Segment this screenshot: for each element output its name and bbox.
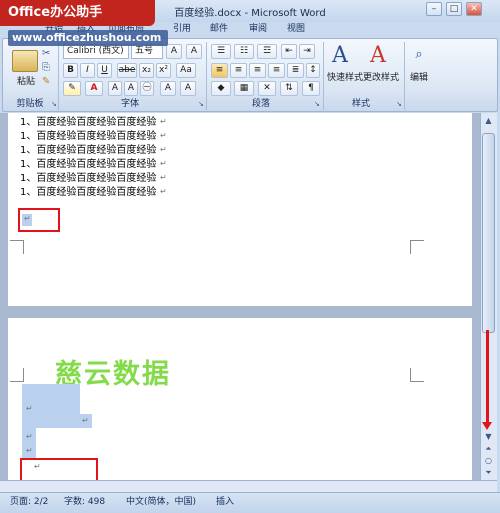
line-spacing-icon[interactable]: ↕ [306,63,320,78]
grow-font-2-icon[interactable]: A [160,81,176,96]
tab-view[interactable]: 视图 [282,22,310,37]
scroll-down-icon[interactable]: ▼ [482,432,495,442]
paragraph-mark: ↵ [160,117,167,126]
paragraph-mark: ↵ [82,416,89,425]
editing-button[interactable]: 编辑 [404,70,434,83]
group-label-clipboard: 剪贴板 [16,99,44,109]
maximize-button[interactable]: □ [446,2,462,16]
change-case-button[interactable]: Aa [176,63,196,78]
paragraph-launcher-icon[interactable]: ↘ [314,100,322,108]
group-label-styles: 样式 [351,99,370,109]
document-line[interactable]: 1、百度经验百度经验百度经验 [20,116,156,130]
tab-mailings[interactable]: 邮件 [205,22,233,37]
status-mode[interactable]: 插入 [216,492,234,513]
paragraph-mark: ↵ [26,432,33,441]
highlight-box [18,208,60,232]
paste-icon[interactable] [12,50,38,72]
font-name-select[interactable]: Calibri (西文) [63,44,129,59]
underline-button[interactable]: U [97,63,112,78]
status-language[interactable]: 中文(简体，中国) [126,492,196,513]
clear-format-button[interactable]: A [124,81,138,96]
quick-styles-button[interactable]: 快速样式 [326,70,364,83]
align-center-icon[interactable]: ≡ [230,63,247,78]
document-line[interactable]: 1、百度经验百度经验百度经验 [20,158,156,172]
group-label-paragraph: 段落 [251,99,270,109]
shading-icon[interactable]: ◆ [211,81,231,96]
horizontal-scrollbar[interactable] [0,480,497,492]
paragraph-mark: ↵ [160,173,167,182]
shrink-font-icon[interactable]: A [186,44,202,59]
scroll-thumb[interactable] [482,133,495,333]
font-size-select[interactable]: 五号 [131,44,163,59]
borders-icon[interactable]: ▦ [234,81,254,96]
status-page[interactable]: 页面: 2/2 [10,492,48,513]
document-line[interactable]: 1、百度经验百度经验百度经验 [20,172,156,186]
shrink-font-2-icon[interactable]: A [180,81,196,96]
paragraph-mark: ↵ [160,159,167,168]
font-launcher-icon[interactable]: ↘ [198,100,206,108]
annotation-arrow-head [482,422,492,430]
document-line[interactable]: 1、百度经验百度经验百度经验 [20,186,156,200]
superscript-button[interactable]: x² [156,63,171,78]
annotation-arrow [486,330,489,425]
justify-icon[interactable]: ≡ [268,63,285,78]
multilevel-list-icon[interactable]: ☲ [257,44,277,59]
strikethrough-button[interactable]: abe [117,63,137,78]
document-line[interactable]: 1、百度经验百度经验百度经验 [20,144,156,158]
paragraph-mark: ↵ [160,187,167,196]
show-marks-icon[interactable]: ¶ [302,81,320,96]
subscript-button[interactable]: x₂ [139,63,154,78]
highlight-box [20,458,98,482]
copy-icon[interactable]: ⎘ [42,62,54,74]
paste-button[interactable]: 粘贴 [14,74,38,87]
editing-icon[interactable]: ⌕ [410,46,428,64]
change-styles-button[interactable]: 更改样式 [362,70,400,83]
paragraph-mark: ↵ [160,131,167,140]
bold-button[interactable]: B [63,63,78,78]
grow-font-icon[interactable]: A [166,44,182,59]
bullets-icon[interactable]: ☰ [211,44,231,59]
group-separator [323,42,324,110]
paragraph-mark: ↵ [26,404,33,413]
page-corner-mark [410,368,424,382]
quick-styles-icon[interactable]: A [332,44,356,68]
enclose-char-icon[interactable]: ㊀ [140,81,154,96]
prev-page-icon[interactable]: ⏶ [482,444,495,454]
decrease-indent-icon[interactable]: ⇤ [281,44,297,59]
sort-icon[interactable]: ⇅ [280,81,298,96]
page-corner-mark [10,240,24,254]
italic-button[interactable]: I [80,63,95,78]
paragraph-mark: ↵ [26,446,33,455]
status-words[interactable]: 字数: 498 [64,492,105,513]
document-line[interactable]: 1、百度经验百度经验百度经验 [20,130,156,144]
site-logo: Office办公助手 [0,0,155,26]
font-color-icon[interactable]: A [85,81,103,96]
scroll-up-icon[interactable]: ▲ [482,115,495,127]
format-painter-icon[interactable]: ✎ [42,76,54,88]
chinese-layout-icon[interactable]: ✕ [258,81,276,96]
numbering-icon[interactable]: ☷ [234,44,254,59]
styles-launcher-icon[interactable]: ↘ [396,100,404,108]
page-corner-mark [410,240,424,254]
change-styles-icon[interactable]: A [370,44,394,68]
group-separator [58,42,59,110]
char-shading-icon[interactable]: A [108,81,122,96]
increase-indent-icon[interactable]: ⇥ [299,44,315,59]
group-label-font: 字体 [120,99,139,109]
minimize-button[interactable]: – [426,2,442,16]
distributed-icon[interactable]: ≣ [287,63,304,78]
next-page-icon[interactable]: ⏷ [482,468,495,478]
highlight-icon[interactable]: ✎ [63,81,81,96]
paragraph-mark: ↵ [160,145,167,154]
align-right-icon[interactable]: ≡ [249,63,266,78]
align-left-icon[interactable]: ≡ [211,63,228,78]
close-button[interactable]: ✕ [466,2,482,16]
page-corner-mark [10,368,24,382]
tab-references[interactable]: 引用 [168,22,196,37]
site-url: www.officezhushou.com [8,30,168,46]
cut-icon[interactable]: ✂ [42,48,54,60]
browse-object-icon[interactable]: ○ [482,456,495,466]
tab-review[interactable]: 审阅 [244,22,272,37]
window-title: 百度经验.docx - Microsoft Word [174,8,326,19]
